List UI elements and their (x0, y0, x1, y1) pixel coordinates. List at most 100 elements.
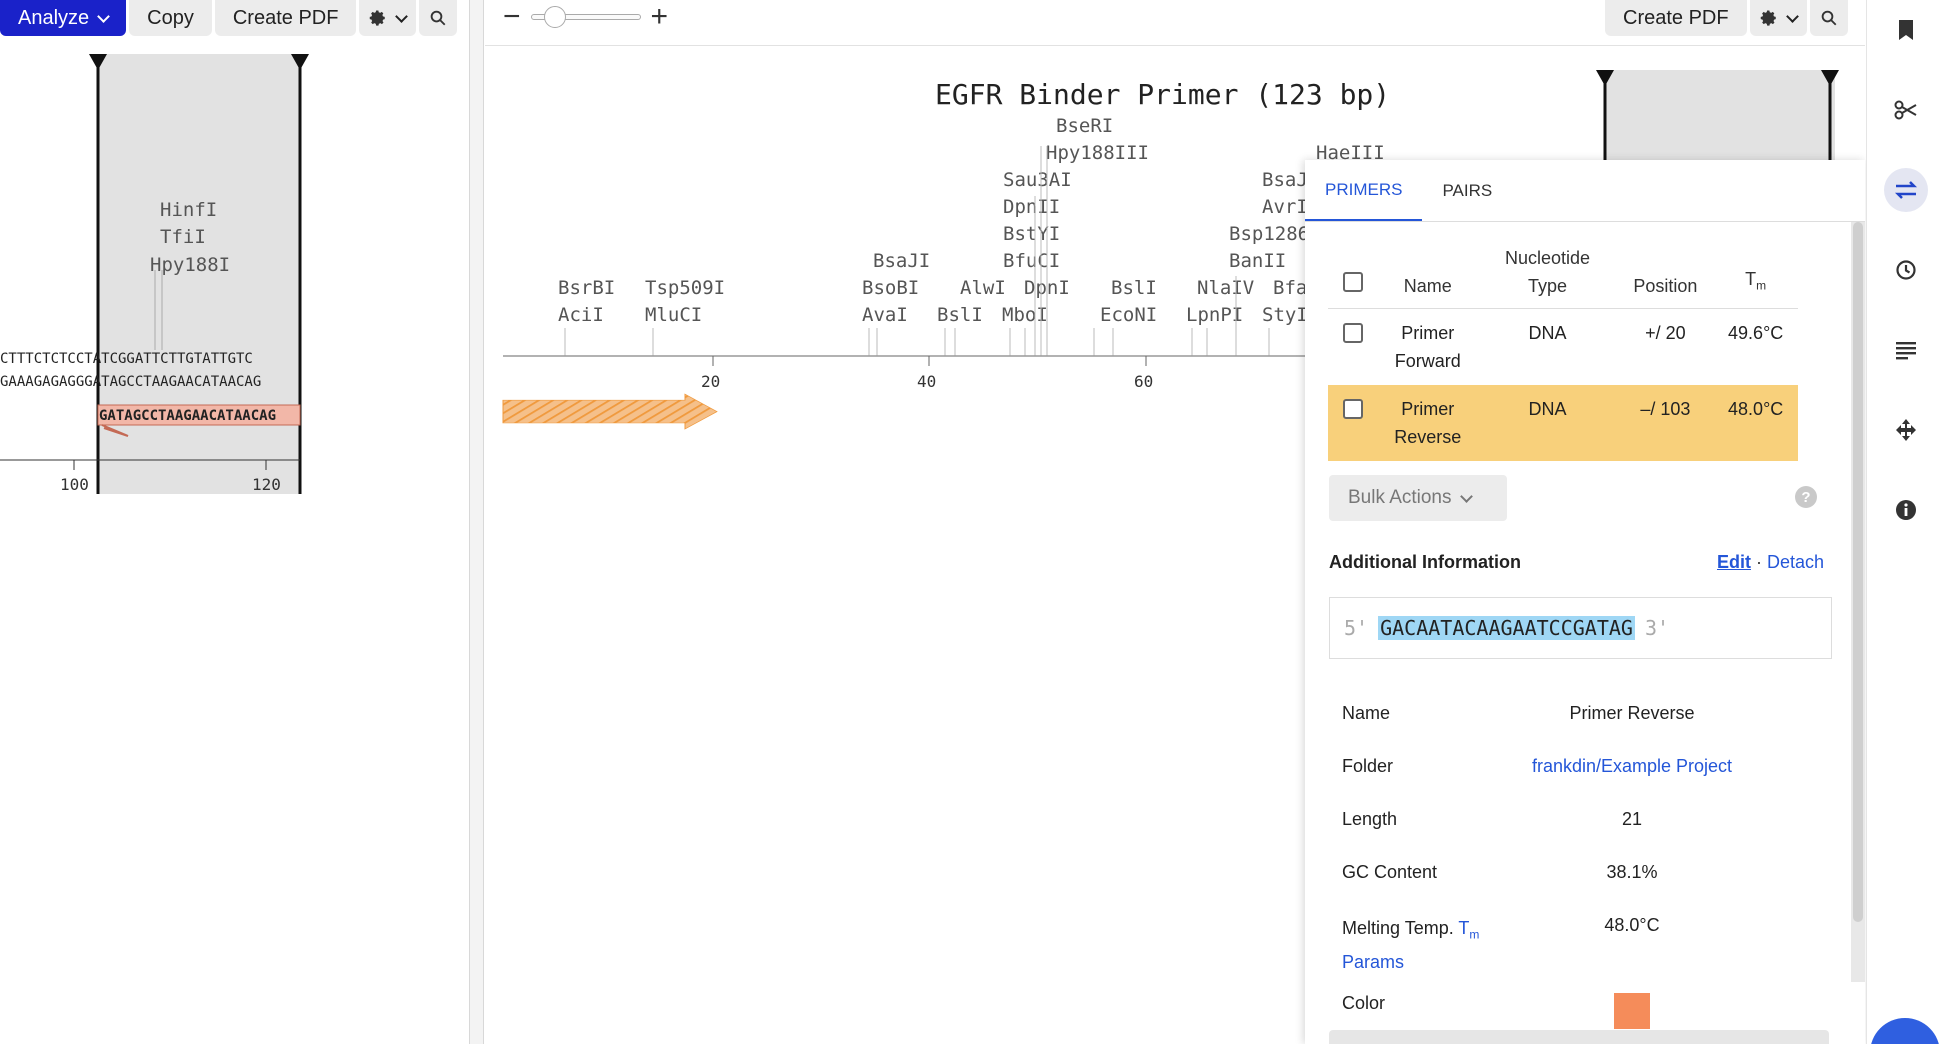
panel-footer-button[interactable] (1329, 1030, 1829, 1044)
bookmark-icon[interactable] (1884, 8, 1928, 52)
primer-sequence-box[interactable]: 5' GACAATACAAGAATCCGATAG 3' (1329, 597, 1832, 659)
linear-zoom-view: Analyze Copy Create PDF HinfI TfiI Hpy18… (0, 0, 470, 1044)
tm-params-subscript: m (1469, 927, 1480, 942)
five-prime-label: 5' (1344, 616, 1369, 640)
enzyme-label[interactable]: Hpy188III (1046, 142, 1149, 164)
tm-subscript: m (1756, 279, 1767, 293)
info-key: Folder (1342, 756, 1394, 776)
enzyme-label[interactable]: BanII (1229, 250, 1286, 272)
primer-sequence-text[interactable]: GACAATACAAGAATCCGATAG (1378, 616, 1635, 640)
history-icon[interactable] (1884, 248, 1928, 292)
enzyme-label[interactable]: BsaJI (873, 250, 930, 272)
axis-tick-label: 40 (917, 372, 936, 391)
edit-link[interactable]: Edit (1717, 552, 1751, 572)
link-separator: · (1756, 552, 1763, 572)
folder-link[interactable]: frankdin/Example Project (1522, 756, 1742, 777)
create-pdf-button[interactable]: Create PDF (1605, 0, 1747, 36)
enzyme-label[interactable]: BsrBI (558, 277, 615, 299)
gear-icon (1760, 10, 1776, 26)
zoom-slider[interactable] (530, 6, 641, 28)
tab-primers[interactable]: PRIMERS (1305, 160, 1423, 221)
enzyme-label[interactable]: BslI (1111, 277, 1157, 299)
primers-panel: PRIMERS PAIRS Name Nucleotide Type Posit… (1305, 160, 1865, 1044)
enzyme-label[interactable]: LpnPI (1186, 304, 1243, 326)
detach-link[interactable]: Detach (1767, 552, 1824, 572)
map-toolbar: − + Create PDF (485, 0, 1865, 46)
primer-tm: 48.0°C (1713, 385, 1798, 461)
enzyme-label[interactable]: MluCI (645, 304, 702, 326)
enzyme-label[interactable]: EcoNI (1100, 304, 1157, 326)
row-checkbox[interactable] (1343, 399, 1363, 419)
three-prime-label: 3' (1644, 616, 1670, 640)
enzyme-label[interactable]: NlaIV (1197, 277, 1254, 299)
search-button[interactable] (1809, 0, 1848, 36)
primer-name: Primer (1401, 399, 1455, 419)
info-key: Name (1342, 703, 1391, 723)
primer-sequence: GATAGCCTAAGAACATAACAG (99, 408, 276, 424)
additional-info-title: Additional Information (1329, 552, 1521, 572)
chevron-down-icon (1459, 489, 1473, 503)
row-checkbox[interactable] (1343, 323, 1363, 343)
tm-params-link-text: Params (1342, 951, 1405, 972)
info-value: 21 (1621, 809, 1643, 829)
primer-type: DNA (1528, 323, 1567, 343)
map-actions: Create PDF (1605, 0, 1848, 36)
bottom-strand-sequence: GAAAGAGAGGGATAGCCTAAGAACATAACAG (0, 374, 261, 390)
scissors-icon[interactable] (1884, 88, 1928, 132)
color-swatch[interactable] (1614, 993, 1650, 1029)
bulk-actions-button[interactable]: Bulk Actions (1329, 475, 1507, 521)
ruler-tick-label: 100 (60, 475, 89, 494)
info-value (1522, 993, 1742, 1034)
axis-tick-label: 20 (701, 372, 720, 391)
tab-pairs[interactable]: PAIRS (1422, 160, 1512, 221)
primer-position: +/ 20 (1645, 323, 1686, 343)
zoom-in-icon[interactable]: + (651, 0, 669, 34)
enzyme-label[interactable]: BseRI (1056, 115, 1113, 137)
enzyme-label[interactable]: HinfI (160, 199, 217, 221)
primer-forward-annotation[interactable] (502, 393, 718, 430)
panel-scrollbar[interactable] (1851, 222, 1865, 982)
column-header-position[interactable]: Position (1617, 236, 1714, 309)
info-value: 48.0°C (1604, 915, 1660, 935)
alignment-icon[interactable] (1884, 328, 1928, 372)
column-header-tm[interactable]: Tm (1713, 236, 1798, 309)
select-all-checkbox[interactable] (1343, 272, 1363, 292)
info-key: Length (1342, 809, 1398, 829)
zoom-slider-knob[interactable] (543, 6, 566, 28)
enzyme-label[interactable]: Tsp509I (645, 277, 725, 299)
primer-position: –/ 103 (1617, 385, 1714, 461)
info-value: Primer Reverse (1569, 703, 1695, 723)
enzyme-label[interactable]: AvaI (862, 304, 908, 326)
left-pane-scrollbar[interactable] (470, 0, 484, 1044)
info-icon[interactable] (1884, 488, 1928, 532)
zoom-out-icon[interactable]: − (503, 0, 521, 34)
chevron-down-icon (1785, 9, 1799, 23)
enzyme-label[interactable]: BslI (937, 304, 983, 326)
enzyme-label[interactable]: DpnII (1003, 196, 1060, 218)
enzyme-label[interactable]: AciI (558, 304, 604, 326)
enzyme-label[interactable]: StyI (1262, 304, 1308, 326)
column-header-name[interactable]: Name (1378, 236, 1478, 309)
zoom-control: − + (503, 0, 668, 33)
tool-rail (1866, 0, 1944, 1044)
enzyme-label[interactable]: BfuCI (1003, 250, 1060, 272)
enzyme-label[interactable]: AlwI (960, 277, 1006, 299)
enzyme-label[interactable]: TfiI (160, 226, 206, 248)
settings-menu-button[interactable] (1749, 0, 1807, 36)
primers-icon[interactable] (1884, 168, 1928, 212)
enzyme-label[interactable]: BstYI (1003, 223, 1060, 245)
help-icon[interactable]: ? (1795, 486, 1817, 508)
info-value: 38.1% (1606, 862, 1658, 882)
primer-type: DNA (1477, 385, 1618, 461)
enzyme-label[interactable]: Sau3AI (1003, 169, 1072, 191)
table-row[interactable]: Primer Forward DNA +/ 20 49.6°C (1328, 309, 1798, 386)
enzyme-label[interactable]: Hpy188I (150, 254, 230, 276)
digest-icon[interactable] (1884, 408, 1928, 452)
enzyme-label[interactable]: BsoBI (862, 277, 919, 299)
table-row-selected[interactable]: Primer Reverse DNA –/ 103 48.0°C (1328, 385, 1798, 461)
primers-table: Name Nucleotide Type Position Tm Primer F… (1328, 236, 1798, 461)
info-key: Color (1342, 993, 1386, 1013)
bulk-actions-label: Bulk Actions (1348, 487, 1452, 508)
panel-scrollbar-thumb[interactable] (1853, 222, 1863, 922)
column-header-type[interactable]: Nucleotide Type (1477, 236, 1618, 309)
